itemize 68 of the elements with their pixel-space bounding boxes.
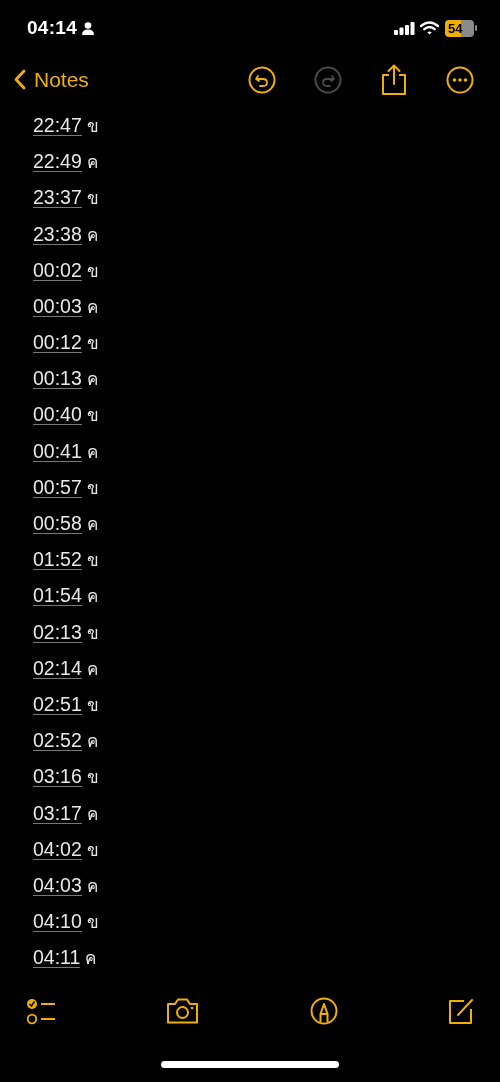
note-text: ค [85,948,97,971]
time-link[interactable]: 00:41 [33,440,82,462]
note-text: ข [86,115,99,138]
note-text: ค [86,296,98,319]
back-button[interactable]: Notes [14,67,89,92]
note-text: ข [86,767,99,790]
camera-icon [166,997,200,1024]
time-link[interactable]: 01:52 [33,549,82,571]
time-link[interactable]: 22:49 [33,151,82,173]
share-icon [381,63,407,96]
time-link[interactable]: 00:03 [33,295,82,317]
note-text: ข [86,694,99,717]
note-text: ค [86,586,98,609]
note-text: ค [86,803,98,826]
note-text: ข [86,188,99,211]
time-link[interactable]: 02:52 [33,730,82,752]
checklist-button[interactable] [26,996,56,1025]
time-link[interactable]: 04:03 [33,874,82,896]
checklist-icon [26,996,56,1025]
compose-icon [448,997,474,1024]
time-link[interactable]: 00:57 [33,476,82,498]
time-link[interactable]: 04:11 [33,947,81,969]
note-text: ข [86,839,99,862]
note-text: ข [86,622,99,645]
status-time: 04:14 [27,17,78,40]
signal-icon [394,21,415,35]
time-link[interactable]: 02:13 [33,621,82,643]
note-text: ข [86,550,99,573]
time-link[interactable]: 04:10 [33,911,82,933]
markup-button[interactable] [309,996,338,1025]
wifi-icon [420,21,439,36]
note-text: ค [86,224,98,247]
time-link[interactable]: 23:37 [33,187,82,209]
time-link[interactable]: 00:02 [33,259,82,281]
time-link[interactable]: 00:58 [33,513,82,534]
note-text: ข [86,405,99,428]
note-text: ข [86,260,99,283]
markup-icon [309,996,338,1025]
camera-button[interactable] [166,997,200,1024]
time-link[interactable]: 00:13 [33,368,82,390]
more-icon [446,65,474,94]
compose-button[interactable] [448,997,474,1024]
time-link[interactable]: 22:47 [33,114,82,136]
redo-icon [314,65,342,94]
share-button[interactable] [380,63,408,96]
back-chevron-icon [14,69,26,91]
note-text: ค [86,875,98,898]
time-link[interactable]: 03:16 [33,766,82,788]
time-link[interactable]: 03:17 [33,802,82,824]
time-link[interactable]: 00:40 [33,404,82,426]
note-text: ค [86,514,98,536]
time-link[interactable]: 02:51 [33,693,82,715]
note-text: ค [86,441,98,464]
time-link[interactable]: 04:02 [33,838,82,860]
time-link[interactable]: 23:38 [33,223,82,245]
time-link[interactable]: 00:12 [33,332,82,354]
note-text: ค [86,369,98,392]
note-text: ค [86,731,98,754]
undo-icon [248,65,276,94]
home-indicator[interactable] [161,1060,339,1068]
note-text: ค [86,152,98,175]
note-text: ค [86,658,98,681]
time-link[interactable]: 01:54 [33,585,82,607]
note-text: ข [86,477,99,500]
note-text: ข [86,912,99,935]
note-text: ข [86,333,99,356]
person-icon [82,21,95,35]
time-link[interactable]: 02:14 [33,657,82,679]
